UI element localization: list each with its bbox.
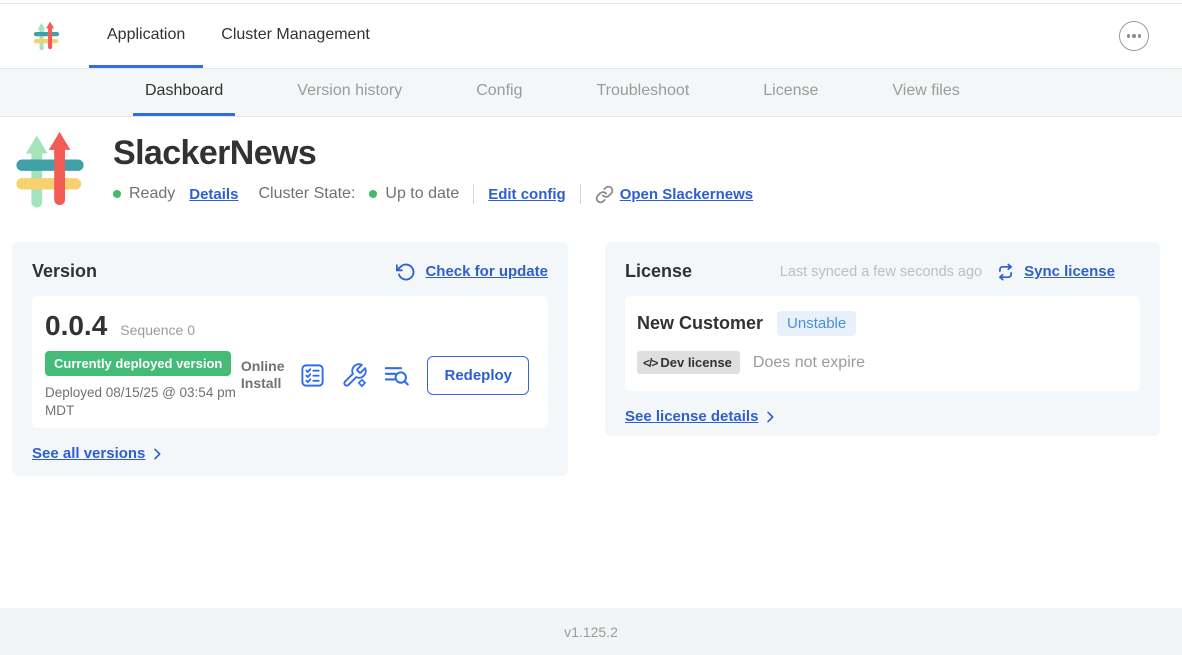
code-icon: </> (643, 356, 657, 370)
top-nav-tab-application[interactable]: Application (89, 4, 203, 68)
page-title: SlackerNews (113, 134, 753, 173)
version-card: Version Check for update 0.0.4 Sequ (12, 242, 568, 476)
tab-view-files[interactable]: View files (880, 69, 971, 116)
chevron-right-icon (149, 446, 165, 462)
last-synced-label: Last synced a few seconds ago (780, 264, 982, 280)
current-version-panel: 0.0.4 Sequence 0 Currently deployed vers… (32, 296, 548, 428)
tab-license[interactable]: License (751, 69, 830, 116)
main-content: SlackerNews Ready Details Cluster State:… (0, 117, 1182, 608)
deployed-status-badge: Currently deployed version (45, 351, 231, 376)
sync-license-link[interactable]: Sync license (1024, 263, 1115, 280)
app-sub-nav: Dashboard Version history Config Trouble… (0, 68, 1182, 117)
ellipsis-icon (1127, 34, 1130, 37)
refresh-icon (396, 262, 416, 282)
preflight-checks-icon[interactable] (299, 362, 326, 389)
license-card: License Last synced a few seconds ago Sy… (605, 242, 1160, 436)
link-icon (595, 185, 614, 204)
top-app-bar: Application Cluster Management (0, 3, 1182, 68)
config-wrench-icon[interactable] (341, 362, 368, 389)
footer: v1.125.2 (0, 608, 1182, 655)
top-nav-tab-cluster-management[interactable]: Cluster Management (203, 4, 388, 68)
slackernews-logo-icon (14, 131, 86, 212)
app-logo-icon (33, 21, 60, 52)
app-status-dot (113, 190, 121, 198)
details-link[interactable]: Details (189, 186, 238, 203)
open-app-link[interactable]: Open Slackernews (620, 186, 753, 203)
channel-badge: Unstable (777, 311, 856, 336)
view-logs-icon[interactable] (383, 362, 410, 389)
license-type-label: Dev license (660, 355, 732, 370)
see-all-versions-link[interactable]: See all versions (32, 445, 145, 462)
see-license-details-link[interactable]: See license details (625, 408, 758, 425)
app-header: SlackerNews Ready Details Cluster State:… (0, 117, 1182, 212)
license-card-title: License (625, 261, 692, 282)
console-version-label: v1.125.2 (564, 624, 618, 640)
version-number: 0.0.4 (45, 310, 107, 342)
license-expiry-label: Does not expire (753, 354, 865, 372)
install-type-label: Online Install (241, 358, 285, 393)
tab-troubleshoot[interactable]: Troubleshoot (584, 69, 701, 116)
cluster-state-value: Up to date (385, 185, 459, 203)
version-card-title: Version (32, 261, 97, 282)
check-for-update-link[interactable]: Check for update (425, 263, 548, 280)
cluster-state-dot (369, 190, 377, 198)
tab-config[interactable]: Config (464, 69, 534, 116)
tab-version-history[interactable]: Version history (285, 69, 414, 116)
customer-name: New Customer (637, 313, 763, 334)
more-options-button[interactable] (1119, 21, 1149, 51)
deployed-timestamp: Deployed 08/15/25 @ 03:54 pm MDT (45, 384, 241, 420)
divider (473, 184, 474, 204)
cluster-state-label: Cluster State: (258, 185, 355, 203)
license-details-panel: New Customer Unstable </> Dev license Do… (625, 296, 1140, 391)
chevron-right-icon (762, 409, 778, 425)
sequence-label: Sequence 0 (120, 322, 195, 338)
tab-dashboard[interactable]: Dashboard (133, 69, 235, 116)
sync-icon (996, 263, 1015, 281)
app-status-row: Ready Details Cluster State: Up to date … (113, 184, 753, 204)
license-type-badge: </> Dev license (637, 351, 740, 374)
divider (580, 184, 581, 204)
edit-config-link[interactable]: Edit config (488, 186, 566, 203)
app-status-label: Ready (129, 185, 175, 203)
top-nav: Application Cluster Management (89, 4, 388, 68)
redeploy-button[interactable]: Redeploy (427, 356, 529, 395)
